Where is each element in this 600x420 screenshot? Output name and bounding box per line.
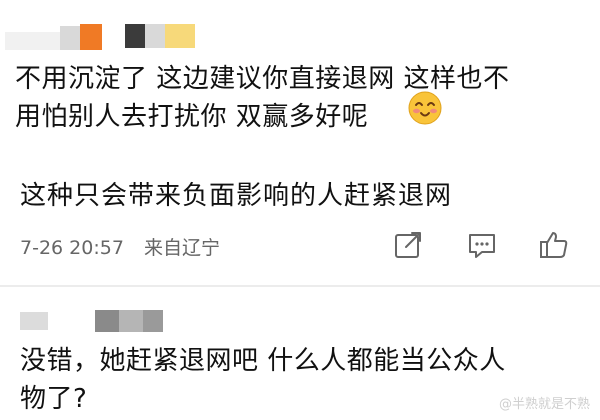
reply-line1: 没错，她赶紧退网吧 什么人都能当公众人 <box>20 346 506 376</box>
comment-meta: 7-26 20:57 来自辽宁 <box>20 233 234 260</box>
reply-line2: 物了? <box>20 384 88 414</box>
comment-text: 这种只会带来负面影响的人赶紧退网 <box>20 181 453 211</box>
comment-timestamp: 7-26 20:57 <box>20 237 124 259</box>
like-icon[interactable] <box>538 229 570 261</box>
smiling-blush-emoji <box>408 91 442 125</box>
divider <box>0 285 600 287</box>
comment-location: 来自辽宁 <box>143 237 220 259</box>
redacted-username-top <box>5 22 215 52</box>
quoted-comment-line2: 用怕别人去打扰你 双赢多好呢 <box>15 102 369 132</box>
comment-icon[interactable] <box>466 229 498 261</box>
quoted-comment-line1: 不用沉淀了 这边建议你直接退网 这样也不 <box>15 64 510 94</box>
redacted-username-reply <box>20 310 163 332</box>
share-icon[interactable] <box>392 229 424 261</box>
watermark: @半熟就是不熟 <box>498 397 590 412</box>
